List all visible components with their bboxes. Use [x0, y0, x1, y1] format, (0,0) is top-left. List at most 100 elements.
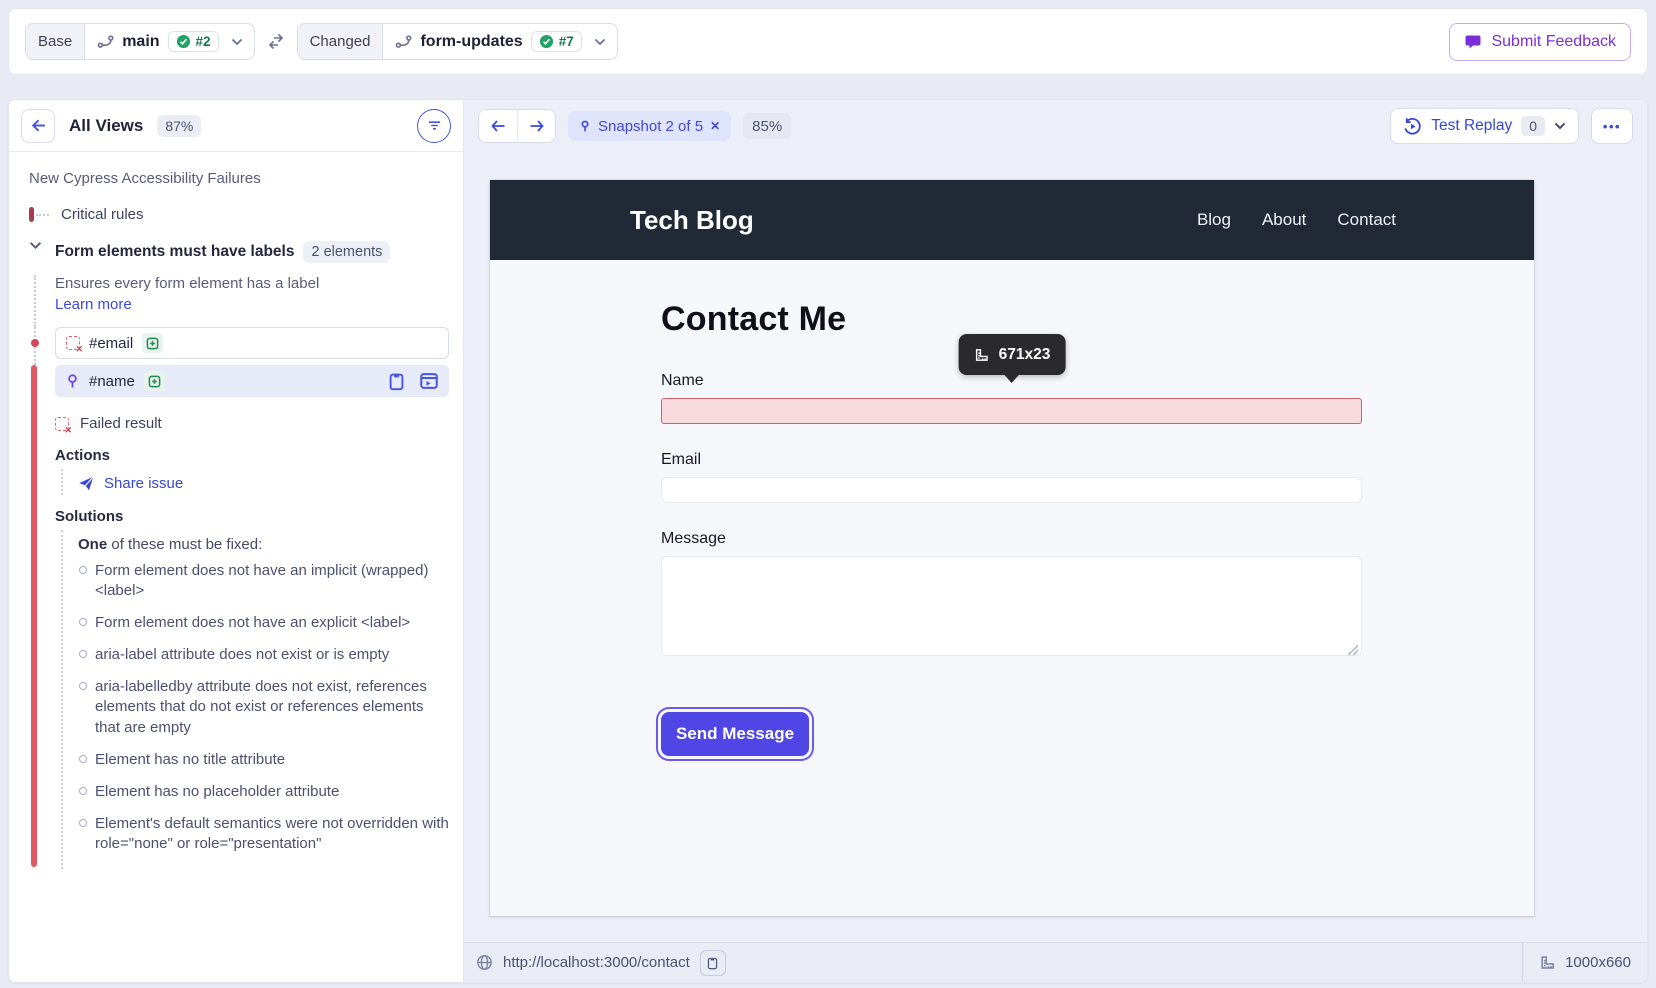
rule-description-block: Ensures every form element has a label L… [55, 275, 449, 327]
next-snapshot-button[interactable] [517, 110, 555, 142]
close-icon[interactable]: ✕ [710, 119, 720, 133]
element-details: Failed result Actions Share issue Soluti… [55, 403, 449, 877]
test-replay-label: Test Replay [1431, 117, 1512, 135]
element-row-name[interactable]: #name [55, 365, 449, 397]
prev-snapshot-button[interactable] [479, 110, 517, 142]
rail-selected-top [29, 365, 55, 403]
ruler-icon [974, 347, 990, 363]
test-replay-button[interactable]: Test Replay 0 [1390, 108, 1579, 144]
message-label: Message [661, 530, 1362, 548]
solution-item: Element has no placeholder attribute [78, 782, 449, 802]
failed-element-icon [66, 336, 80, 350]
actions-title: Actions [55, 447, 449, 464]
snapshot-nav-group [478, 109, 556, 143]
base-branch-value: main #2 [85, 24, 226, 59]
rule-header[interactable]: Form elements must have labels 2 element… [55, 241, 449, 275]
snapshot-canvas: Tech Blog Blog About Contact [464, 152, 1647, 942]
name-input[interactable] [661, 398, 1362, 424]
base-chevron-down-icon[interactable] [227, 24, 254, 59]
share-issue-label: Share issue [104, 475, 183, 492]
critical-severity-icon [29, 207, 49, 222]
site-header: Tech Blog Blog About Contact [490, 180, 1534, 260]
check-circle-icon [539, 34, 554, 49]
rule-title: Form elements must have labels [55, 243, 294, 261]
solution-item: aria-label attribute does not exist or i… [78, 645, 449, 665]
solution-item: Form element does not have an implicit (… [78, 561, 449, 602]
globe-icon [476, 954, 493, 971]
viewer-toolbar: Snapshot 2 of 5 ✕ 85% Test Replay 0 [464, 100, 1647, 152]
rail-dotted-dot [29, 327, 55, 365]
send-message-button[interactable]: Send Message [661, 712, 809, 756]
element-selector: #name [89, 373, 135, 390]
more-options-button[interactable]: ••• [1591, 108, 1633, 144]
submit-feedback-button[interactable]: Submit Feedback [1449, 23, 1631, 61]
current-element-dot [31, 339, 39, 347]
site-nav-contact[interactable]: Contact [1337, 210, 1396, 230]
rule-expander-rail [29, 241, 55, 275]
measure-tooltip: 671x23 [959, 334, 1066, 375]
message-textarea[interactable] [661, 556, 1362, 656]
snapshot-url: http://localhost:3000/contact [503, 954, 690, 971]
element-row-wrap: #email [55, 327, 449, 365]
filter-button[interactable] [417, 109, 451, 143]
added-element-icon [142, 333, 163, 353]
check-circle-icon [176, 34, 191, 49]
back-button[interactable] [21, 109, 55, 143]
base-branch-name: main [122, 33, 159, 51]
base-branch-selector[interactable]: Base main #2 [25, 23, 255, 60]
rule-element-count-badge: 2 elements [303, 241, 390, 263]
site-nav-about[interactable]: About [1262, 210, 1306, 230]
severity-filter-row[interactable]: Critical rules [29, 206, 449, 223]
paper-plane-icon [78, 475, 95, 492]
git-branch-icon [97, 33, 114, 50]
actions-block: Share issue [61, 469, 449, 495]
base-label: Base [26, 24, 85, 59]
message-textarea-wrap [661, 556, 1362, 661]
run-compare-bar: Base main #2 [8, 8, 1648, 75]
zoom-level-badge: 85% [743, 113, 791, 139]
accessibility-sidebar: All Views 87% New Cypress Accessibility … [9, 100, 463, 982]
snapshot-chip[interactable]: Snapshot 2 of 5 ✕ [568, 111, 731, 141]
measure-tooltip-value: 671x23 [999, 346, 1051, 364]
viewport-dimensions: 1000x660 [1565, 954, 1631, 971]
copy-selector-icon[interactable] [387, 371, 406, 391]
site-nav-blog[interactable]: Blog [1197, 210, 1231, 230]
element-row-wrap: #name [55, 365, 449, 403]
email-label: Email [661, 451, 1362, 469]
status-bar: http://localhost:3000/contact 1000x660 [464, 942, 1647, 982]
changed-branch-value: form-updates #7 [383, 24, 589, 59]
solution-item: Element has no title attribute [78, 750, 449, 770]
snapshot-viewer: Snapshot 2 of 5 ✕ 85% Test Replay 0 [463, 100, 1647, 982]
failed-result-row: Failed result [55, 411, 449, 434]
swap-branches-icon[interactable] [266, 33, 286, 50]
sidebar-title: All Views [69, 116, 143, 136]
share-issue-link[interactable]: Share issue [78, 475, 449, 492]
changed-chevron-down-icon[interactable] [590, 24, 617, 59]
sidebar-header: All Views 87% [9, 100, 463, 152]
solution-item: aria-labelledby attribute does not exist… [78, 677, 449, 738]
changed-branch-selector[interactable]: Changed form-updates #7 [297, 23, 618, 60]
open-in-replay-icon[interactable] [419, 371, 439, 391]
severity-label: Critical rules [61, 206, 144, 223]
learn-more-link[interactable]: Learn more [55, 296, 449, 313]
changed-run-badge[interactable]: #7 [531, 31, 582, 52]
viewport-dimensions-group: 1000x660 [1522, 943, 1647, 982]
replay-icon [1403, 117, 1422, 136]
changed-label: Changed [298, 24, 384, 59]
solutions-title: Solutions [55, 508, 449, 525]
email-input[interactable] [661, 477, 1362, 503]
pin-icon [65, 373, 80, 389]
test-replay-count-badge: 0 [1521, 116, 1545, 136]
submit-feedback-label: Submit Feedback [1491, 33, 1616, 51]
base-run-badge[interactable]: #2 [168, 31, 219, 52]
pin-icon [579, 119, 591, 133]
accessibility-score-badge: 87% [157, 115, 201, 137]
rule-description: Ensures every form element has a label [55, 275, 449, 292]
copy-url-button[interactable] [700, 950, 726, 976]
contact-form: 671x23 Contact Me Name Email Message [661, 300, 1362, 756]
site-nav: Blog About Contact [1197, 210, 1396, 230]
chevron-down-icon[interactable] [29, 241, 55, 250]
added-element-icon [144, 371, 165, 391]
element-row-email[interactable]: #email [55, 327, 449, 359]
failed-result-label: Failed result [80, 415, 162, 432]
